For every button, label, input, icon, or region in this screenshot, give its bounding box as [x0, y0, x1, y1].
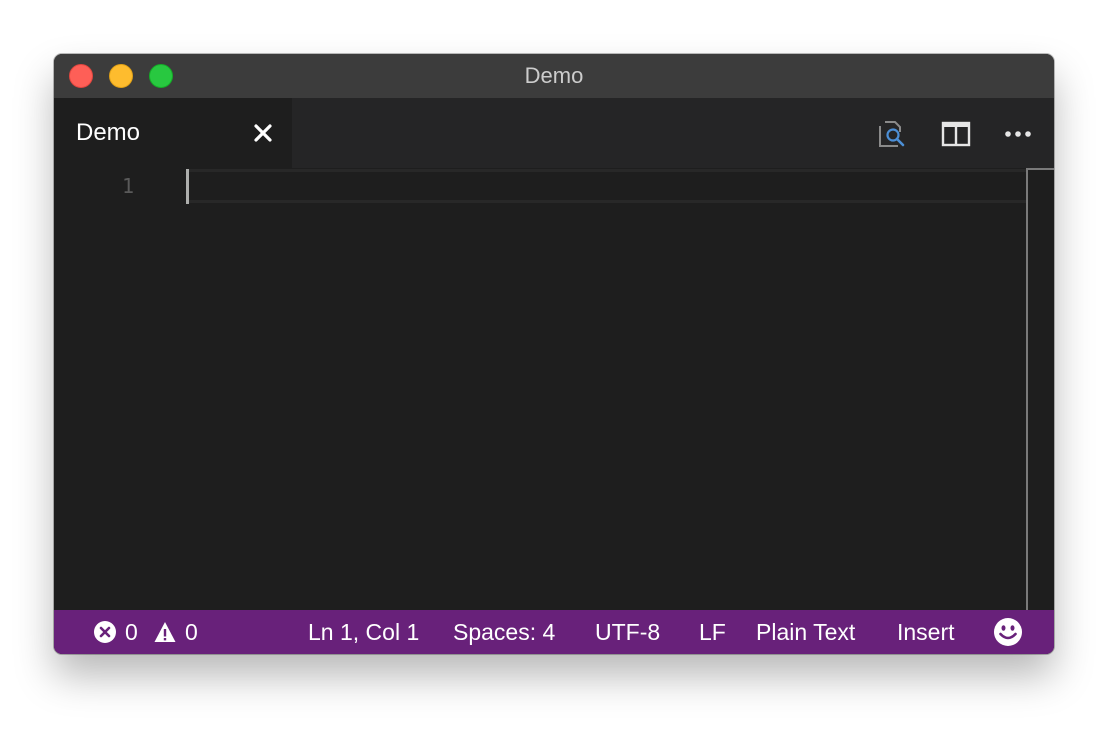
cursor-position[interactable]: Ln 1, Col 1: [308, 610, 419, 654]
tab-demo[interactable]: Demo: [54, 98, 292, 168]
more-actions-icon[interactable]: [1003, 118, 1035, 150]
close-icon[interactable]: [251, 121, 275, 145]
split-editor-icon[interactable]: [940, 118, 972, 150]
text-cursor: [186, 169, 189, 204]
editor-window: Demo Demo 1 0 0 Ln 1, Col 1 Spaces: 4 UT…: [54, 54, 1054, 654]
error-count[interactable]: 0: [125, 610, 138, 654]
encoding-setting[interactable]: UTF-8: [595, 610, 660, 654]
indentation-setting[interactable]: Spaces: 4: [453, 610, 555, 654]
open-preview-icon[interactable]: [876, 118, 908, 150]
tab-bar: Demo: [54, 98, 1054, 168]
language-mode[interactable]: Plain Text: [756, 610, 855, 654]
status-bar: 0 0 Ln 1, Col 1 Spaces: 4 UTF-8 LF Plain…: [54, 610, 1054, 654]
warning-icon[interactable]: [154, 621, 176, 643]
title-bar: Demo: [54, 54, 1054, 98]
error-icon[interactable]: [94, 621, 116, 643]
line-number: 1: [121, 174, 134, 198]
smiley-feedback-icon[interactable]: [993, 617, 1023, 647]
window-title: Demo: [524, 63, 584, 88]
warning-count[interactable]: 0: [185, 610, 198, 654]
editor-mode[interactable]: Insert: [897, 610, 955, 654]
current-line-highlight: [186, 169, 1054, 203]
editor-area[interactable]: 1: [54, 168, 1054, 610]
line-ending-setting[interactable]: LF: [699, 610, 726, 654]
tab-label: Demo: [76, 119, 141, 146]
vertical-scrollbar[interactable]: [1026, 168, 1054, 610]
